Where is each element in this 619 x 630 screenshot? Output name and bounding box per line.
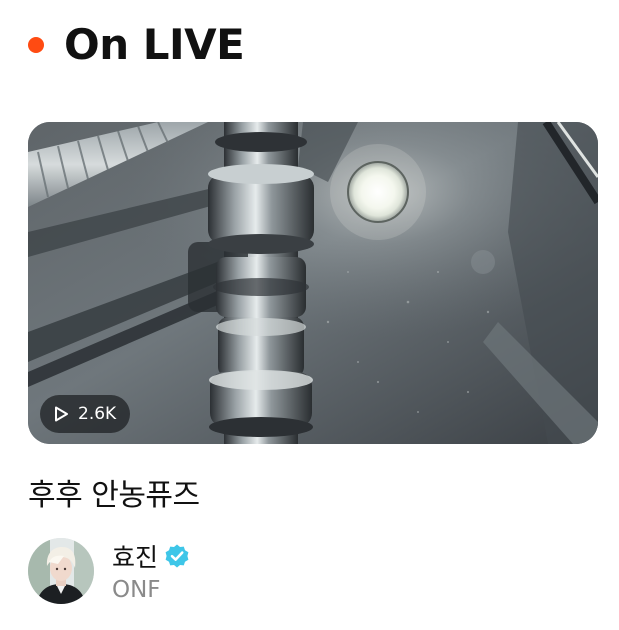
view-count-badge: 2.6K (40, 395, 131, 433)
verified-badge-icon (165, 544, 189, 568)
artist-name: 효진 (112, 543, 159, 572)
on-live-page: On LIVE 2.6K 후후 안농퓨즈 효진 ONF (0, 0, 619, 630)
artist-name-line: 효진 (112, 539, 190, 573)
section-title: On LIVE (64, 19, 245, 69)
play-outline-icon (55, 406, 68, 422)
view-count: 2.6K (78, 404, 117, 424)
artist-profile-row[interactable]: 효진 ONF (28, 536, 190, 606)
avatar[interactable] (28, 538, 94, 604)
artist-group: ONF (112, 577, 161, 603)
section-header: On LIVE (28, 16, 245, 72)
live-thumbnail-card[interactable]: 2.6K (28, 122, 598, 444)
artist-info: 효진 ONF (112, 539, 190, 603)
live-indicator-dot (28, 37, 44, 53)
live-title[interactable]: 후후 안농퓨즈 (28, 470, 200, 514)
